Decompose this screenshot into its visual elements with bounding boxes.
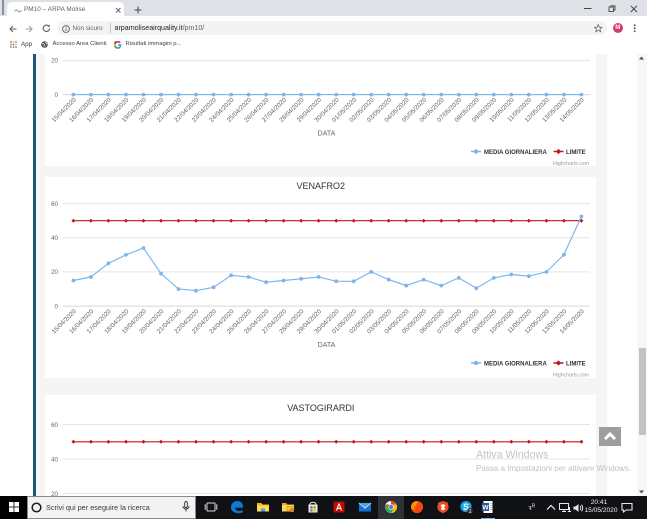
svg-text:20: 20 [51, 58, 58, 65]
svg-text:MEDIA GIORNALIERA: MEDIA GIORNALIERA [484, 361, 547, 367]
svg-text:LIMITE: LIMITE [566, 150, 586, 156]
svg-text:VENAFRO2: VENAFRO2 [297, 181, 346, 191]
svg-text:LIMITE: LIMITE [566, 361, 586, 367]
svg-text:Highcharts.com: Highcharts.com [553, 161, 589, 167]
svg-text:0: 0 [55, 303, 59, 310]
svg-text:VASTOGIRARDI: VASTOGIRARDI [287, 403, 354, 413]
svg-text:60: 60 [51, 200, 58, 207]
svg-text:W: W [482, 504, 489, 511]
svg-text:DATA: DATA [318, 131, 336, 138]
svg-text:1: 1 [468, 509, 471, 514]
svg-text:40: 40 [51, 235, 58, 242]
svg-text:40: 40 [51, 456, 58, 463]
svg-text:Highcharts.com: Highcharts.com [553, 372, 589, 378]
svg-text:DATA: DATA [318, 341, 336, 348]
svg-text:MEDIA GIORNALIERA: MEDIA GIORNALIERA [484, 150, 547, 156]
svg-text:60: 60 [51, 422, 58, 429]
svg-text:0: 0 [55, 92, 59, 99]
svg-text:20: 20 [51, 269, 58, 276]
